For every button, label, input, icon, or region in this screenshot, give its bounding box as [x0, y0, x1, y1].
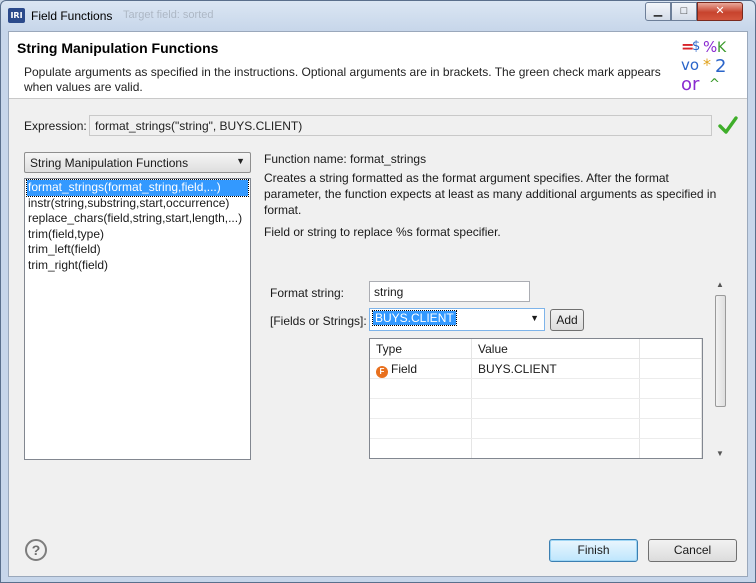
function-list-item[interactable]: trim_left(field) [27, 242, 248, 258]
function-list[interactable]: format_strings(format_string,field,...) … [24, 178, 251, 460]
close-icon: ✕ [715, 5, 725, 17]
valid-check-icon [718, 116, 738, 134]
svg-text:K: K [717, 40, 727, 56]
expression-field: format_strings("string", BUYS.CLIENT) [89, 115, 712, 136]
svg-text:^: ^ [709, 77, 720, 92]
chevron-down-icon: ▼ [236, 156, 245, 166]
table-header: Type Value [370, 339, 702, 359]
table-row-empty [370, 379, 702, 399]
svg-text:%: % [703, 38, 717, 56]
category-select-value: String Manipulation Functions [30, 156, 189, 170]
table-cell-type: F Field [370, 359, 472, 378]
title-bar[interactable]: IRI Field Functions Target field: sorted… [1, 1, 755, 31]
format-string-input[interactable]: string [369, 281, 530, 302]
function-list-item[interactable]: instr(string,substring,start,occurrence) [27, 196, 248, 212]
arguments-table[interactable]: Type Value F Field BUYS.CLIENT [369, 338, 703, 459]
fields-or-strings-select[interactable]: BUYS.CLIENT ▼ [369, 308, 545, 331]
dialog-body: String Manipulation Functions Populate a… [8, 31, 748, 577]
cancel-button[interactable]: Cancel [648, 539, 737, 562]
window-subtitle: Target field: sorted [123, 9, 214, 21]
header-title: String Manipulation Functions [17, 40, 219, 56]
svg-text:2: 2 [715, 56, 726, 77]
function-category-select[interactable]: String Manipulation Functions ▼ [24, 152, 251, 173]
minimize-button[interactable]: ▁ [645, 2, 671, 21]
table-row-empty [370, 399, 702, 419]
chevron-down-icon: ▼ [530, 313, 539, 323]
argument-help: Field or string to replace %s format spe… [264, 225, 501, 239]
maximize-button[interactable]: □ [671, 2, 697, 21]
function-description: Creates a string formatted as the format… [264, 171, 717, 217]
column-header-extra [640, 339, 702, 358]
column-header-type[interactable]: Type [370, 339, 472, 358]
expression-label: Expression: [24, 119, 87, 133]
window-title: Field Functions [31, 9, 113, 23]
function-list-item[interactable]: replace_chars(field,string,start,length,… [27, 211, 248, 227]
column-header-value[interactable]: Value [472, 339, 640, 358]
table-cell-extra [640, 359, 702, 378]
fields-select-value: BUYS.CLIENT [372, 310, 457, 326]
function-list-item[interactable]: trim(field,type) [27, 227, 248, 243]
row-type-text: Field [391, 362, 418, 376]
function-list-item[interactable]: trim_right(field) [27, 258, 248, 274]
format-string-label: Format string: [270, 286, 345, 300]
panel-scrollbar[interactable]: ▲ ▼ [713, 279, 728, 459]
app-logo-icon: IRI [8, 8, 25, 23]
field-functions-window: IRI Field Functions Target field: sorted… [0, 0, 756, 583]
svg-text:vo: vo [681, 56, 699, 74]
function-name: Function name: format_strings [264, 152, 427, 166]
help-icon[interactable]: ? [25, 539, 47, 561]
table-cell-value: BUYS.CLIENT [472, 359, 640, 378]
table-row[interactable]: F Field BUYS.CLIENT [370, 359, 702, 379]
table-row-empty [370, 439, 702, 458]
string-functions-logo-icon: = $ % K vo * 2 or ^ [681, 37, 727, 94]
minimize-icon: ▁ [653, 5, 663, 17]
header-description: Populate arguments as specified in the i… [24, 65, 661, 94]
scroll-down-icon[interactable]: ▼ [716, 449, 724, 458]
scrollbar-thumb[interactable] [715, 295, 726, 407]
field-type-icon: F [376, 366, 388, 378]
close-button[interactable]: ✕ [697, 2, 743, 21]
finish-button[interactable]: Finish [549, 539, 638, 562]
maximize-icon: □ [680, 5, 688, 17]
scroll-up-icon[interactable]: ▲ [716, 280, 724, 289]
svg-text:*: * [703, 55, 711, 74]
add-button[interactable]: Add [550, 309, 584, 331]
fields-or-strings-label: [Fields or Strings]: [270, 314, 367, 328]
table-row-empty [370, 419, 702, 439]
svg-text:or: or [681, 74, 700, 94]
svg-text:$: $ [692, 39, 700, 54]
function-list-item[interactable]: format_strings(format_string,field,...) [26, 179, 249, 197]
dialog-header: String Manipulation Functions Populate a… [9, 32, 747, 99]
